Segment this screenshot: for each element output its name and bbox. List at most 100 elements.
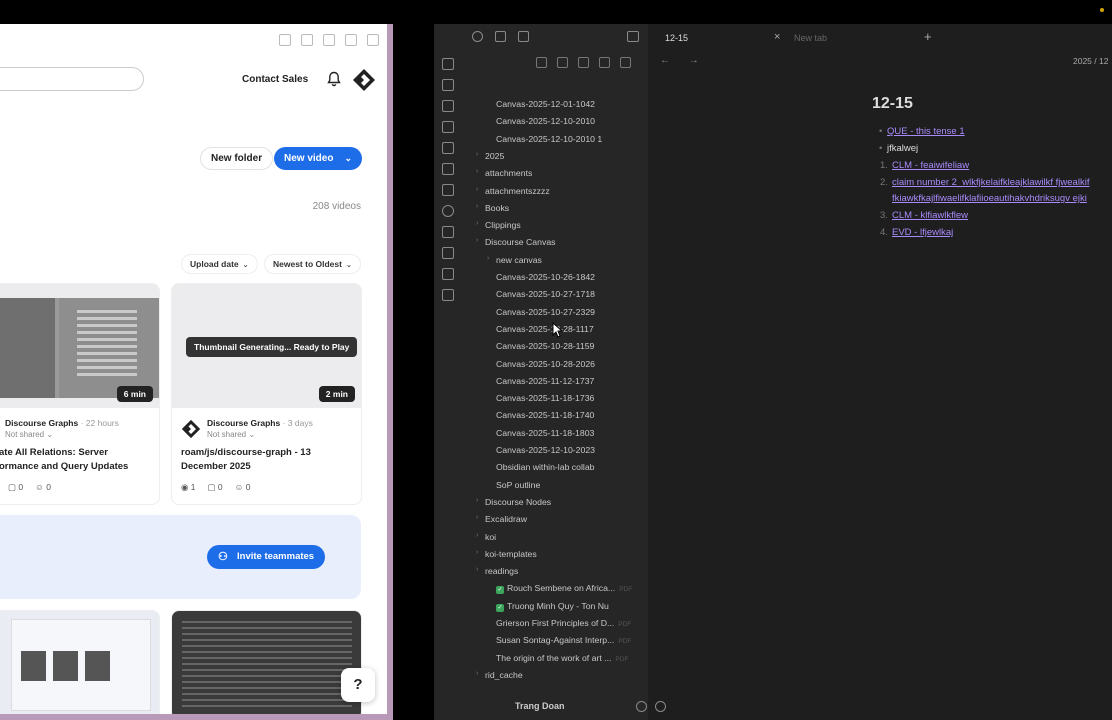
list-item[interactable]: 3. CLM - klfiawlkflew (880, 210, 968, 221)
brush-icon[interactable] (442, 268, 454, 280)
list-item[interactable]: 2. claim number 2_wlkfjkelaifkleajklawilk… (880, 177, 1089, 188)
file-tree-item[interactable]: › koi-templates (476, 549, 537, 559)
sidebar-toggle-icon[interactable] (367, 34, 379, 46)
file-tree-item[interactable]: Canvas-2025-12-10-2010 1 (496, 134, 602, 144)
note-link[interactable]: CLM - feaiwifeliaw (892, 160, 969, 171)
file-tree-item[interactable]: › Excalidraw (476, 514, 527, 524)
graph-icon[interactable] (442, 100, 454, 112)
chevron-right-icon[interactable]: › (476, 670, 478, 677)
chevron-right-icon[interactable]: › (476, 549, 478, 556)
chevron-right-icon[interactable]: › (487, 255, 489, 262)
file-tree-item[interactable]: › Clippings (476, 220, 521, 230)
terminal-icon[interactable] (442, 184, 454, 196)
canvas-icon[interactable] (442, 121, 454, 133)
clock-icon[interactable] (442, 205, 454, 217)
search-icon[interactable] (472, 31, 483, 42)
chevron-right-icon[interactable]: › (476, 566, 478, 573)
bookmark-icon[interactable] (301, 34, 313, 46)
file-tree-item[interactable]: › koi (476, 532, 496, 542)
file-tree-item[interactable]: The origin of the work of art ... PDF (496, 653, 628, 663)
file-tree-item[interactable]: Canvas-2025-11-18-1736 (496, 393, 594, 403)
chevron-right-icon[interactable]: › (476, 514, 478, 521)
sort-order-dropdown[interactable]: Newest to Oldest ⌄ (264, 254, 361, 274)
send-icon[interactable] (442, 289, 454, 301)
sort-upload-date-dropdown[interactable]: Upload date ⌄ (181, 254, 258, 274)
calendar-icon[interactable] (442, 142, 454, 154)
note-link[interactable]: EVD - lfjewlkaj (892, 227, 953, 238)
new-folder-icon[interactable] (557, 57, 568, 68)
settings-icon[interactable] (655, 701, 666, 712)
file-tree-item[interactable]: › Discourse Nodes (476, 497, 551, 507)
sort-icon[interactable] (578, 57, 589, 68)
bell-icon[interactable] (327, 71, 341, 87)
list-item[interactable]: 4. EVD - lfjewlkaj (880, 227, 953, 238)
chevron-right-icon[interactable]: › (476, 532, 478, 539)
video-title[interactable]: roam/js/discourse-graph - 13 December 20… (181, 446, 311, 474)
tab-new[interactable]: New tab (794, 33, 827, 43)
contact-sales-button[interactable]: Contact Sales (232, 68, 318, 92)
sharing-dropdown[interactable]: Not shared ⌄ (5, 430, 53, 439)
file-tree-item[interactable]: › Books (476, 203, 509, 213)
file-tree-item[interactable]: › new canvas (487, 255, 542, 265)
new-video-button[interactable]: New video ⌄ (274, 147, 362, 170)
collapse-icon[interactable] (599, 57, 610, 68)
new-folder-button[interactable]: New folder (200, 147, 274, 170)
file-tree-item[interactable]: Canvas-2025-11-18-1803 (496, 428, 594, 438)
grid-icon[interactable] (442, 58, 454, 70)
breadcrumb[interactable]: 2025 / 12 (1073, 56, 1108, 66)
file-tree-item[interactable]: ✓ Truong Minh Quy - Ton Nu (496, 601, 609, 612)
file-tree-item[interactable]: Canvas-2025-10-28-1117 (496, 324, 594, 334)
file-tree-item[interactable]: Canvas-2025-11-18-1740 (496, 410, 594, 420)
file-tree-item[interactable]: Canvas-2025-10-27-1718 (496, 289, 595, 299)
file-tree-item[interactable]: › rid_cache (476, 670, 523, 680)
video-thumbnail[interactable]: Thumbnail Generating... Ready to Play 2 … (172, 284, 361, 408)
close-tab-icon[interactable]: × (774, 31, 780, 43)
note-title[interactable]: 12-15 (872, 95, 913, 113)
video-title[interactable]: ate All Relations: Server ormance and Qu… (0, 446, 128, 474)
file-tree-item[interactable]: Canvas-2025-12-10-2010 (496, 116, 595, 126)
chevron-right-icon[interactable]: › (476, 203, 478, 210)
bookmark-icon[interactable] (495, 31, 506, 42)
file-tree-item[interactable]: SoP outline (496, 480, 540, 490)
list-item-continued[interactable]: fkiawkfkajlfiwaelifklafiioeautihakvhdrik… (892, 193, 1087, 204)
file-icon[interactable] (442, 79, 454, 91)
file-tree-item[interactable]: › readings (476, 566, 518, 576)
video-thumbnail[interactable]: 6 min (0, 284, 159, 408)
close-icon[interactable] (620, 57, 631, 68)
video-card[interactable]: 6 min Discourse Graphs · 22 hours Not sh… (0, 283, 160, 505)
file-tree-item[interactable]: Canvas-2025-10-26-1842 (496, 272, 595, 282)
help-button[interactable]: ? (341, 668, 375, 702)
chevron-right-icon[interactable]: › (476, 168, 478, 175)
list-item[interactable]: • jfkalwej (879, 143, 918, 154)
sidebar-toggle-icon[interactable] (627, 31, 639, 42)
note-link[interactable]: QUE - this tense 1 (887, 126, 965, 137)
reader-icon[interactable] (345, 34, 357, 46)
file-tree-item[interactable]: Canvas-2025-12-10-2023 (496, 445, 595, 455)
new-note-icon[interactable] (536, 57, 547, 68)
extension-icon[interactable] (323, 34, 335, 46)
invite-teammates-button[interactable]: ⚇ Invite teammates (207, 545, 325, 569)
video-card[interactable]: Thumbnail Generating... Ready to Play 2 … (171, 283, 362, 505)
list-item[interactable]: 1. CLM - feaiwifeliaw (880, 160, 969, 171)
folder-icon[interactable] (518, 31, 529, 42)
file-tree-item[interactable]: Obsidian within-lab collab (496, 462, 595, 472)
video-card[interactable] (171, 610, 362, 714)
file-tree-item[interactable]: Canvas-2025-10-28-1159 (496, 341, 594, 351)
file-tree-item[interactable]: Susan Sontag-Against Interp... PDF (496, 635, 631, 645)
note-link[interactable]: fkiawkfkajlfiwaelifklafiioeautihakvhdrik… (892, 193, 1087, 204)
excalidraw-icon[interactable] (442, 226, 454, 238)
discourse-graphs-logo[interactable] (352, 68, 376, 92)
file-tree-item[interactable]: ✓ Rouch Sembene on Africa... PDF (496, 583, 632, 595)
file-tree-item[interactable]: Grierson First Principles of D... PDF (496, 618, 631, 628)
help-icon[interactable] (636, 701, 647, 712)
screenshot-icon[interactable] (279, 34, 291, 46)
nav-arrows[interactable]: ← → (660, 55, 707, 66)
note-link[interactable]: CLM - klfiawlkflew (892, 210, 968, 221)
chevron-right-icon[interactable]: › (476, 186, 478, 193)
template-icon[interactable] (442, 247, 454, 259)
chevron-right-icon[interactable]: › (476, 497, 478, 504)
search-input[interactable] (0, 67, 144, 91)
chevron-right-icon[interactable]: › (476, 220, 478, 227)
vault-name[interactable]: Trang Doan (515, 701, 565, 711)
chevron-right-icon[interactable]: › (476, 151, 478, 158)
